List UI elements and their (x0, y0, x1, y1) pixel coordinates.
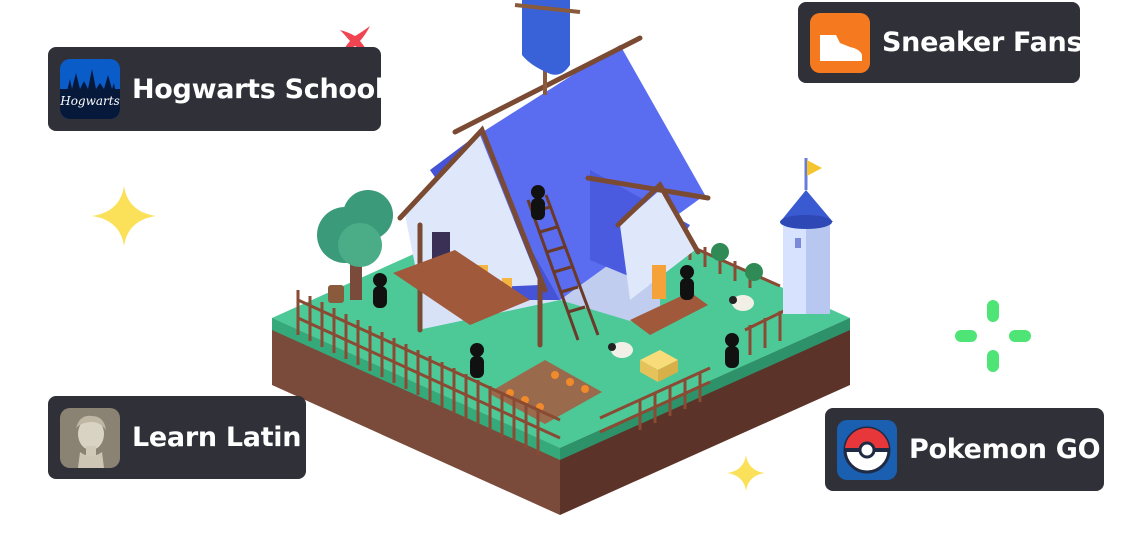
house (393, 0, 711, 348)
roman-bust-icon (60, 407, 120, 468)
hogwarts-castle-icon: Hogwarts (60, 59, 120, 119)
bush (711, 243, 729, 261)
pokeball-icon (837, 419, 897, 480)
sparkle-small-yellow-icon (727, 455, 765, 491)
server-card-pokemon-go[interactable]: Pokemon GO (825, 408, 1104, 491)
sparkle-yellow-icon (92, 186, 156, 246)
server-name-hogwarts: Hogwarts School (132, 73, 384, 105)
tower (780, 158, 833, 314)
sneaker-icon (810, 12, 870, 73)
server-card-hogwarts[interactable]: Hogwarts Hogwarts School (48, 47, 384, 131)
server-card-learn-latin[interactable]: Learn Latin (48, 396, 306, 479)
hogwarts-logo-text: Hogwarts (60, 94, 120, 108)
server-name-learn-latin: Learn Latin (132, 422, 302, 453)
server-name-pokemon-go: Pokemon GO (909, 434, 1101, 465)
sparkle-green-icon (955, 300, 1031, 372)
server-card-sneaker-fans[interactable]: Sneaker Fans (798, 2, 1083, 83)
server-name-sneaker-fans: Sneaker Fans (882, 27, 1083, 58)
bush (745, 263, 763, 281)
